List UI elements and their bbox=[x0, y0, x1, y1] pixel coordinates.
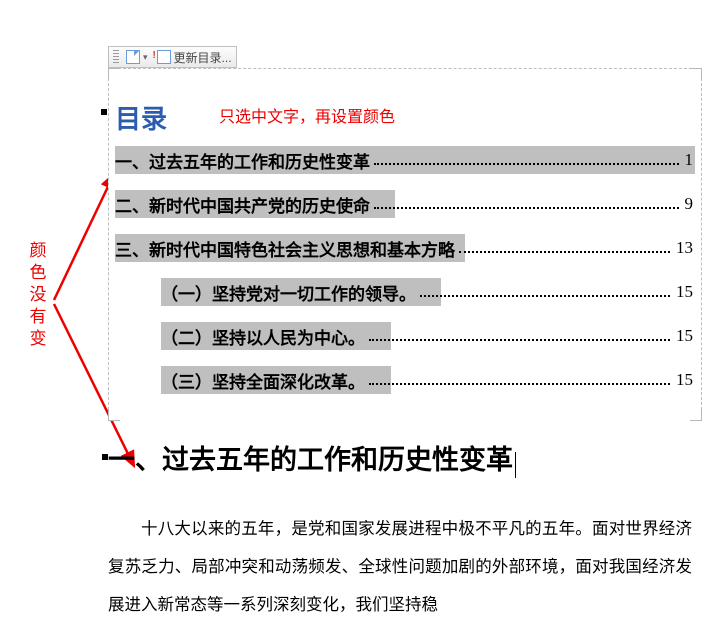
toc-entry-page: 15 bbox=[674, 326, 695, 346]
frame-corner bbox=[690, 409, 702, 421]
toc-entry[interactable]: 三、新时代中国特色社会主义思想和基本方略 13 bbox=[115, 228, 695, 268]
annotation-left-text: 颜色没有变 bbox=[30, 241, 47, 348]
toc-entry-page: 15 bbox=[674, 370, 695, 390]
toc-entry[interactable]: （二）坚持以人民为中心。 15 bbox=[115, 316, 695, 356]
toc-entry[interactable]: 一、过去五年的工作和历史性变革 1 bbox=[115, 140, 695, 180]
toc-entry-text: 三、新时代中国特色社会主义思想和基本方略 bbox=[115, 236, 455, 261]
toc-entry-page: 9 bbox=[683, 194, 696, 214]
toolbar-grip[interactable] bbox=[113, 50, 119, 64]
table-of-contents: 目录 只选中文字，再设置颜色 一、过去五年的工作和历史性变革 1 二、新时代中国… bbox=[109, 69, 701, 420]
toc-entry-text: （一）坚持党对一切工作的领导。 bbox=[161, 280, 416, 305]
toc-entry-text: （三）坚持全面深化改革。 bbox=[161, 368, 365, 393]
frame-corner bbox=[108, 409, 120, 421]
toc-entry[interactable]: 二、新时代中国共产党的历史使命 9 bbox=[115, 184, 695, 224]
paragraph-marker bbox=[101, 109, 107, 115]
toc-entry-text: 一、过去五年的工作和历史性变革 bbox=[115, 148, 370, 173]
toc-entry-page: 1 bbox=[683, 150, 696, 170]
frame-corner bbox=[108, 68, 120, 80]
toc-leader bbox=[459, 251, 670, 253]
toc-leader bbox=[369, 339, 670, 341]
toc-leader bbox=[369, 383, 670, 385]
toc-options-icon[interactable] bbox=[126, 50, 140, 64]
annotation-left: 颜色没有变 bbox=[28, 240, 48, 350]
document-body-paragraph[interactable]: 十八大以来的五年，是党和国家发展进程中极不平凡的五年。面对世界经济复苏乏力、局部… bbox=[108, 510, 692, 624]
toc-leader bbox=[374, 207, 679, 209]
update-toc-label[interactable]: 更新目录... bbox=[174, 49, 232, 66]
toc-title: 目录 bbox=[115, 99, 695, 136]
text-caret bbox=[515, 452, 516, 478]
toc-options-dropdown-icon[interactable]: ▾ bbox=[143, 52, 148, 63]
toc-toolbar[interactable]: ▾ 更新目录... bbox=[108, 46, 237, 68]
toc-entry[interactable]: （一）坚持党对一切工作的领导。 15 bbox=[115, 272, 695, 312]
annotation-hint: 只选中文字，再设置颜色 bbox=[219, 103, 395, 127]
toc-entry-text: （二）坚持以人民为中心。 bbox=[161, 324, 365, 349]
toc-frame: 目录 只选中文字，再设置颜色 一、过去五年的工作和历史性变革 1 二、新时代中国… bbox=[108, 68, 702, 420]
update-toc-icon[interactable] bbox=[157, 50, 171, 64]
document-heading-block: 一、过去五年的工作和历史性变革 bbox=[108, 438, 702, 478]
toc-entry-page: 13 bbox=[674, 238, 695, 258]
toc-entry-page: 15 bbox=[674, 282, 695, 302]
toc-entry-text: 二、新时代中国共产党的历史使命 bbox=[115, 192, 370, 217]
frame-corner bbox=[690, 68, 702, 80]
toc-leader bbox=[374, 163, 679, 165]
paragraph-marker bbox=[102, 454, 108, 460]
toc-leader bbox=[420, 295, 670, 297]
toc-entry[interactable]: （三）坚持全面深化改革。 15 bbox=[115, 360, 695, 400]
document-heading[interactable]: 一、过去五年的工作和历史性变革 bbox=[108, 445, 513, 475]
